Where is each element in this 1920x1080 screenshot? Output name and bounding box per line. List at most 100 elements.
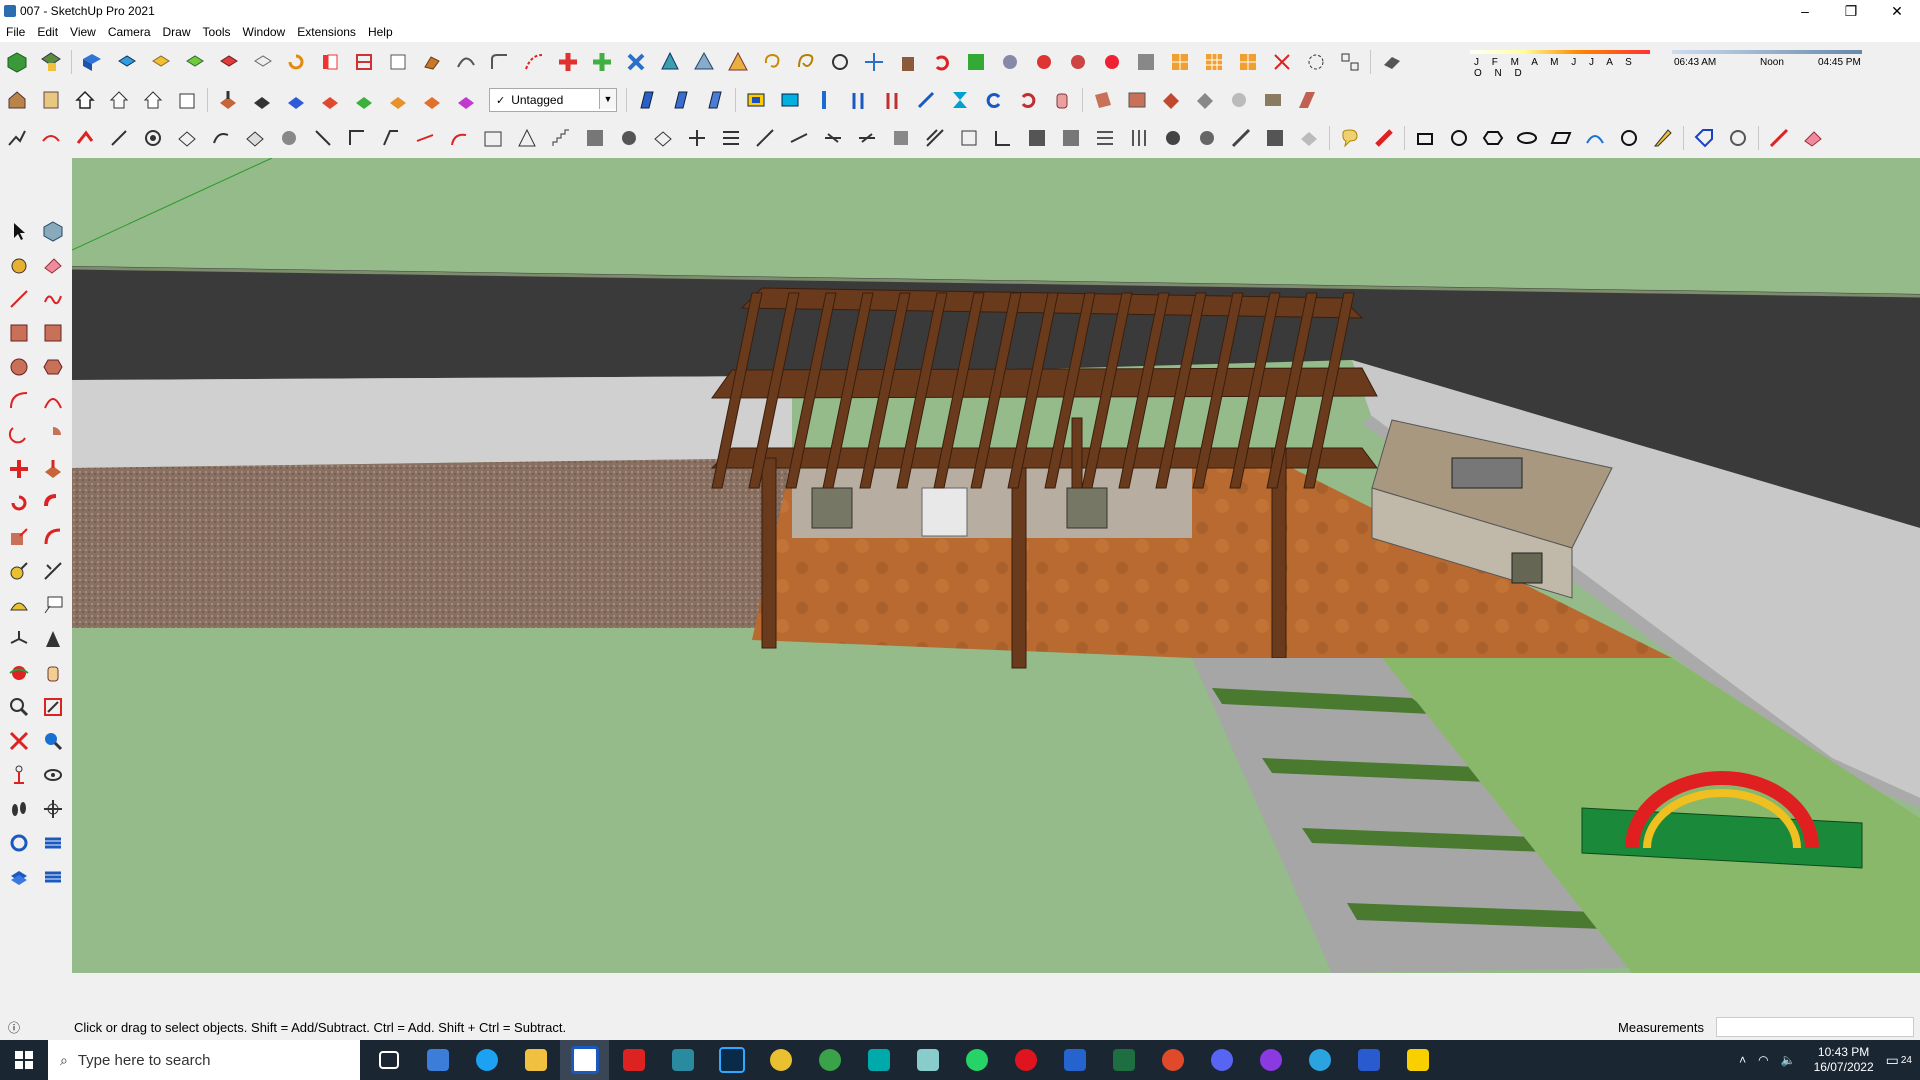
plugin-a-icon[interactable] [963, 49, 989, 75]
arc-3pt-icon[interactable] [6, 422, 32, 448]
ruler-icon[interactable] [1371, 125, 1397, 151]
tool-ai-icon[interactable] [1228, 125, 1254, 151]
dimension-icon[interactable] [40, 558, 66, 584]
extrude-blue-icon[interactable] [283, 87, 309, 113]
house-outline-icon[interactable] [106, 87, 132, 113]
look-around-icon[interactable] [40, 762, 66, 788]
tool-r-icon[interactable] [650, 125, 676, 151]
material-d-icon[interactable] [1192, 87, 1218, 113]
shape-parallelogram-icon[interactable] [1548, 125, 1574, 151]
wifi-icon[interactable]: ◠ [1758, 1053, 1768, 1067]
rectangle-tool-icon[interactable] [6, 320, 32, 346]
extrude-orange-icon[interactable] [385, 87, 411, 113]
zoom-extents-icon[interactable] [6, 728, 32, 754]
extrude-magenta-icon[interactable] [453, 87, 479, 113]
rotate-left-icon[interactable] [981, 87, 1007, 113]
measurements-input[interactable] [1716, 1017, 1914, 1037]
telegram-app-icon[interactable] [1295, 1040, 1344, 1080]
follow-me-icon[interactable] [419, 49, 445, 75]
arrow-red-icon[interactable] [1766, 125, 1792, 151]
stack-icon[interactable] [6, 864, 32, 890]
minimize-button[interactable]: – [1782, 0, 1828, 22]
trash-icon[interactable] [895, 49, 921, 75]
plugin-e-icon[interactable] [1099, 49, 1125, 75]
book-icon[interactable] [38, 87, 64, 113]
view-top-icon[interactable] [113, 49, 139, 75]
shape-pen-icon[interactable] [1650, 125, 1676, 151]
shape-ellipse-icon[interactable] [1514, 125, 1540, 151]
edge-app-icon[interactable] [462, 1040, 511, 1080]
excel-app-icon[interactable] [1099, 1040, 1148, 1080]
move-tool-icon[interactable] [6, 456, 32, 482]
circle-draw-icon[interactable] [6, 354, 32, 380]
warehouse-icon[interactable] [4, 87, 30, 113]
tape-measure-icon[interactable] [6, 558, 32, 584]
whatsapp-app-icon[interactable] [952, 1040, 1001, 1080]
shape-rect-icon[interactable] [1412, 125, 1438, 151]
stairs-icon[interactable] [548, 125, 574, 151]
pie-icon[interactable] [40, 422, 66, 448]
menu-camera[interactable]: Camera [102, 25, 157, 39]
section-plane-icon[interactable] [317, 49, 343, 75]
view-iso-icon[interactable] [79, 49, 105, 75]
curve-icon[interactable] [521, 49, 547, 75]
tool-j-icon[interactable] [344, 125, 370, 151]
tag-dropdown[interactable]: ✓ Untagged ▼ [489, 88, 617, 112]
model-viewport[interactable] [72, 158, 1920, 973]
notification-center-icon[interactable]: ▭ 24 [1886, 1052, 1912, 1069]
chevron-down-icon[interactable]: ▼ [599, 89, 616, 109]
rotated-rect-icon[interactable] [40, 320, 66, 346]
outliner-icon[interactable] [40, 864, 66, 890]
select-arrow-icon[interactable] [6, 218, 32, 244]
orbit-icon[interactable] [6, 660, 32, 686]
tool-h-icon[interactable] [276, 125, 302, 151]
bezier-icon[interactable] [453, 49, 479, 75]
material-c-icon[interactable] [1158, 87, 1184, 113]
arrows-up-icon[interactable] [845, 87, 871, 113]
gear-icon[interactable] [140, 125, 166, 151]
cube-icon[interactable] [4, 49, 30, 75]
close-button[interactable]: ✕ [1874, 0, 1920, 22]
magnet-icon[interactable] [1725, 125, 1751, 151]
style-xray-icon[interactable] [634, 87, 660, 113]
arc-2pt-icon[interactable] [40, 388, 66, 414]
eraser-icon[interactable] [1800, 125, 1826, 151]
tool-n-icon[interactable] [480, 125, 506, 151]
move-red-icon[interactable] [555, 49, 581, 75]
tool-ae-icon[interactable] [1092, 125, 1118, 151]
menu-tools[interactable]: Tools [197, 25, 237, 39]
menu-help[interactable]: Help [362, 25, 399, 39]
tool-c-icon[interactable] [72, 125, 98, 151]
opera-app-icon[interactable] [1001, 1040, 1050, 1080]
sticky-notes-icon[interactable] [1393, 1040, 1442, 1080]
tent-icon[interactable] [725, 49, 751, 75]
discord-app-icon[interactable] [1197, 1040, 1246, 1080]
explode-icon[interactable] [1269, 49, 1295, 75]
previous-view-icon[interactable] [40, 728, 66, 754]
tool-t-icon[interactable] [718, 125, 744, 151]
dashed-circle-icon[interactable] [1303, 49, 1329, 75]
tool-m-icon[interactable] [446, 125, 472, 151]
todo-app-icon[interactable] [1050, 1040, 1099, 1080]
rotate-tool-icon[interactable] [6, 490, 32, 516]
status-info-icon[interactable]: ⓘ [8, 1019, 20, 1036]
tool-ag-icon[interactable] [1160, 125, 1186, 151]
photoshop-app-icon[interactable] [707, 1040, 756, 1080]
material-f-icon[interactable] [1260, 87, 1286, 113]
tool-g-icon[interactable] [242, 125, 268, 151]
shape-star-icon[interactable] [1616, 125, 1642, 151]
circle-tool-icon[interactable] [827, 49, 853, 75]
undo-icon[interactable] [929, 49, 955, 75]
notes-app-icon[interactable] [903, 1040, 952, 1080]
shadow-month-slider[interactable]: J F M A M J J A S O N D [1470, 50, 1650, 79]
push-pull-tool-icon[interactable] [40, 456, 66, 482]
tool-o-icon[interactable] [514, 125, 540, 151]
hand-icon[interactable] [1049, 87, 1075, 113]
tool-v-icon[interactable] [786, 125, 812, 151]
plugin-f-icon[interactable] [1133, 49, 1159, 75]
style-hidden-icon[interactable] [702, 87, 728, 113]
clock[interactable]: 10:43 PM 16/07/2022 [1814, 1045, 1874, 1075]
tool-f-icon[interactable] [208, 125, 234, 151]
acrobat-app-icon[interactable] [609, 1040, 658, 1080]
tool-ah-icon[interactable] [1194, 125, 1220, 151]
